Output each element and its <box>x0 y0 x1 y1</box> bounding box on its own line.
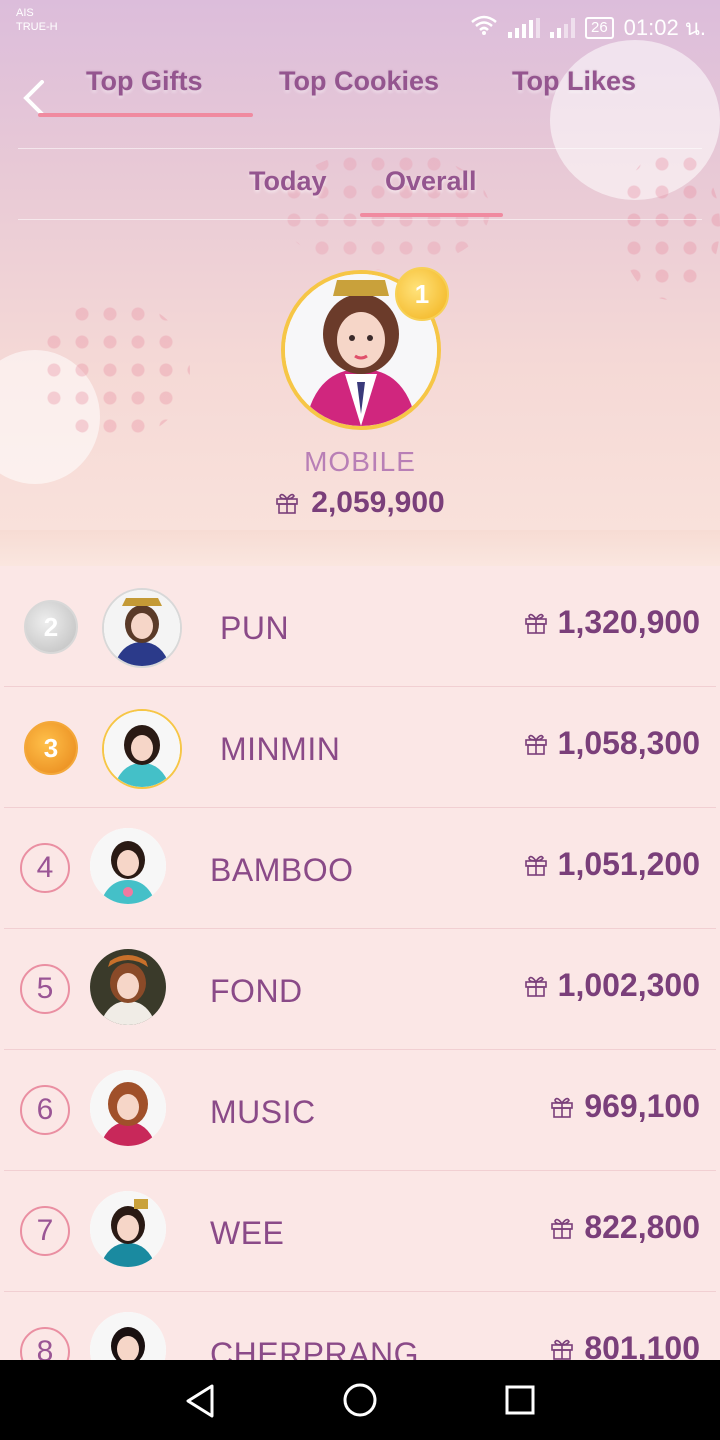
signal-icon-2 <box>549 17 575 38</box>
member-score: 1,320,900 <box>524 604 700 641</box>
decor-dots <box>620 150 720 300</box>
bronze-medal-icon: 3 <box>24 721 78 775</box>
list-item[interactable]: 3 MINMIN 1,058,300 <box>4 687 716 808</box>
avatar <box>90 1191 166 1267</box>
member-score-value: 1,320,900 <box>557 604 700 640</box>
list-item[interactable]: 8 CHERPRANG 801,100 <box>4 1292 716 1360</box>
member-name: WEE <box>210 1215 285 1251</box>
wifi-icon <box>470 14 498 42</box>
list-item[interactable]: 7 WEE 822,800 <box>4 1171 716 1292</box>
rank-number: 6 <box>20 1085 70 1135</box>
avatar <box>102 709 182 789</box>
header-area: AIS TRUE-H 26 01:02 น. Top Gifts Top Coo… <box>0 0 720 566</box>
carrier-label: AIS TRUE-H <box>16 6 58 34</box>
active-tab-indicator <box>38 113 253 117</box>
winner-score: 2,059,900 <box>0 486 720 520</box>
gift-icon <box>550 1337 574 1361</box>
member-score: 801,100 <box>550 1330 700 1360</box>
subtab-overall[interactable]: Overall <box>385 166 477 197</box>
avatar <box>90 828 166 904</box>
member-name: CHERPRANG <box>210 1336 419 1360</box>
member-score: 1,002,300 <box>524 967 700 1004</box>
tab-top-gifts[interactable]: Top Gifts <box>86 66 202 97</box>
divider <box>18 148 702 149</box>
gift-icon <box>524 732 548 756</box>
silver-medal-icon: 2 <box>24 600 78 654</box>
avatar <box>90 949 166 1025</box>
gift-icon <box>524 611 548 635</box>
signal-icon <box>507 17 540 38</box>
battery-icon: 26 <box>584 16 614 39</box>
tab-top-likes[interactable]: Top Likes <box>512 66 636 97</box>
gift-icon <box>524 974 548 998</box>
member-score: 1,051,200 <box>524 846 700 883</box>
app-screen: AIS TRUE-H 26 01:02 น. Top Gifts Top Coo… <box>0 0 720 1360</box>
member-name: MINMIN <box>220 731 341 767</box>
member-score-value: 1,002,300 <box>557 967 700 1003</box>
gift-icon <box>275 491 299 515</box>
carrier-2: TRUE-H <box>16 21 58 33</box>
list-item[interactable]: 4 BAMBOO 1,051,200 <box>4 808 716 929</box>
subtab-today[interactable]: Today <box>249 166 327 197</box>
gift-icon <box>550 1216 574 1240</box>
member-name: FOND <box>210 973 303 1009</box>
active-subtab-indicator <box>360 213 503 217</box>
status-icons: 26 01:02 น. <box>470 10 706 45</box>
winner-name: MOBILE <box>304 446 416 477</box>
gift-icon <box>550 1095 574 1119</box>
list-item[interactable]: 2 PUN 1,320,900 <box>4 566 716 687</box>
gift-icon <box>524 853 548 877</box>
tab-top-cookies[interactable]: Top Cookies <box>279 66 439 97</box>
divider <box>18 219 702 220</box>
android-nav-bar <box>0 1360 720 1440</box>
member-score-value: 1,058,300 <box>557 725 700 761</box>
member-name: MUSIC <box>210 1094 316 1130</box>
avatar <box>90 1312 166 1360</box>
header-bottom-band <box>0 530 720 566</box>
list-item[interactable]: 5 FOND 1,002,300 <box>4 929 716 1050</box>
member-score-value: 822,800 <box>584 1209 700 1245</box>
nav-back-icon[interactable] <box>184 1384 216 1423</box>
status-bar: AIS TRUE-H 26 01:02 น. <box>0 0 720 48</box>
rank-number: 8 <box>20 1327 70 1360</box>
member-name: PUN <box>220 610 290 646</box>
status-time: 01:02 น. <box>623 15 706 40</box>
decor-dots <box>40 300 190 440</box>
list-item[interactable]: 6 MUSIC 969,100 <box>4 1050 716 1171</box>
winner-score-value: 2,059,900 <box>311 486 445 519</box>
ranking-list: 2 PUN 1,320,900 3 MINMIN 1,058,300 4 BAM… <box>0 566 720 1360</box>
avatar <box>90 1070 166 1146</box>
nav-recents-icon[interactable] <box>505 1385 535 1420</box>
member-score-value: 1,051,200 <box>557 846 700 882</box>
member-score-value: 801,100 <box>584 1330 700 1360</box>
gold-medal-icon: 1 <box>395 267 449 321</box>
member-name: BAMBOO <box>210 852 354 888</box>
rank-number: 5 <box>20 964 70 1014</box>
carrier-1: AIS <box>16 7 34 19</box>
member-score-value: 969,100 <box>584 1088 700 1124</box>
member-score: 1,058,300 <box>524 725 700 762</box>
member-score: 969,100 <box>550 1088 700 1125</box>
member-score: 822,800 <box>550 1209 700 1246</box>
back-arrow-icon[interactable] <box>20 80 48 116</box>
rank-number: 7 <box>20 1206 70 1256</box>
nav-home-icon[interactable] <box>343 1383 377 1422</box>
rank-number: 4 <box>20 843 70 893</box>
avatar <box>102 588 182 668</box>
